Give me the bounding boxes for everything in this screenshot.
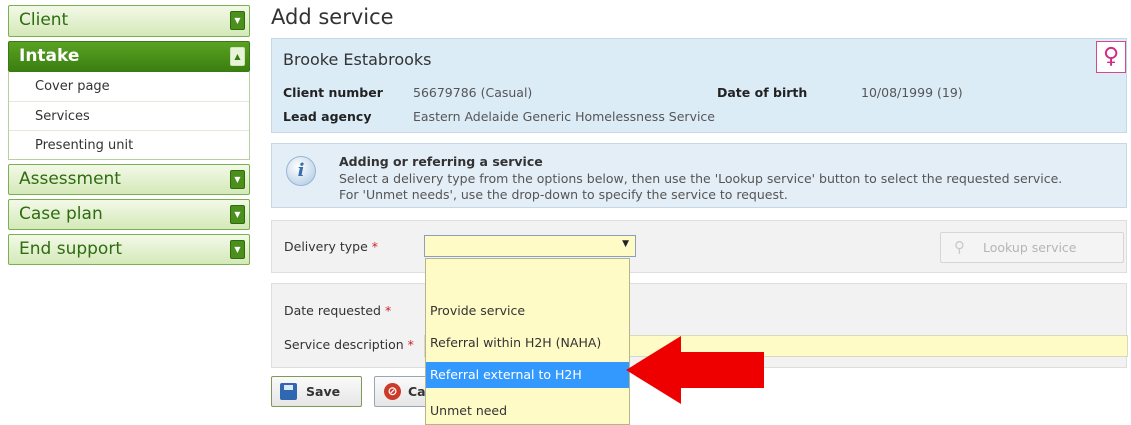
client-summary-panel: Brooke Estabrooks ♀ Client number 566797… [271, 38, 1127, 133]
sidebar-item-services[interactable]: Services [9, 101, 249, 130]
required-marker: * [407, 337, 414, 352]
chevron-down-icon[interactable]: ▼ [230, 11, 245, 30]
nav-section-label: Assessment [19, 169, 121, 189]
required-marker: * [371, 239, 379, 254]
service-description-label: Service description * [284, 337, 414, 352]
nav-section-label: Client [19, 10, 69, 30]
floppy-disk-icon [280, 383, 297, 400]
red-arrow-icon [626, 336, 764, 404]
dob-value: 10/08/1999 (19) [861, 85, 963, 100]
nav-section-label: Intake [19, 46, 80, 66]
chevron-down-icon[interactable]: ▼ [230, 205, 245, 224]
field-label-text: Date requested [284, 303, 381, 318]
info-title: Adding or referring a service [339, 154, 543, 169]
nav-section-assessment[interactable]: Assessment ▼ [8, 164, 250, 195]
lookup-service-button[interactable]: ⚲ Lookup service [940, 232, 1124, 263]
main-content: Add service Brooke Estabrooks ♀ Client n… [271, 0, 1131, 425]
chevron-down-icon[interactable]: ▼ [230, 240, 245, 259]
info-line: Select a delivery type from the options … [339, 171, 1063, 186]
lookup-button-label: Lookup service [983, 240, 1077, 255]
sidebar-item-presenting-unit[interactable]: Presenting unit [9, 130, 249, 159]
lead-agency-label: Lead agency [283, 109, 372, 124]
sidebar-item-cover-page[interactable]: Cover page [9, 72, 249, 101]
client-number-label: Client number [283, 85, 383, 100]
nav-section-label: Case plan [19, 204, 103, 224]
sidebar: Client ▼ Intake ▲ Cover page Services Pr… [8, 5, 250, 269]
required-marker: * [384, 303, 392, 318]
save-button[interactable]: Save [271, 376, 362, 407]
red-arrow-shape [626, 336, 764, 404]
dropdown-option-referral-external[interactable]: Referral external to H2H [426, 362, 629, 388]
intake-subnav: Cover page Services Presenting unit [8, 72, 250, 160]
chevron-down-icon[interactable]: ▼ [230, 170, 245, 189]
nav-section-label: End support [19, 239, 122, 259]
info-icon: i [286, 156, 316, 186]
nav-section-case-plan[interactable]: Case plan ▼ [8, 199, 250, 230]
dropdown-option-blank[interactable] [426, 263, 629, 289]
chevron-up-icon[interactable]: ▲ [230, 47, 245, 66]
dob-label: Date of birth [717, 85, 808, 100]
delivery-type-options: Provide service Referral within H2H (NAH… [425, 258, 630, 425]
delivery-type-panel: Delivery type * ▼ ⚲ Lookup service [271, 220, 1127, 273]
delivery-type-label: Delivery type * [284, 239, 378, 254]
delivery-type-select[interactable]: ▼ [424, 235, 636, 257]
field-label-text: Delivery type [284, 239, 368, 254]
dropdown-arrow-icon[interactable]: ▼ [622, 239, 629, 249]
cancel-icon: ⊘ [384, 383, 401, 400]
dropdown-option-provide-service[interactable]: Provide service [426, 298, 629, 324]
nav-section-client[interactable]: Client ▼ [8, 5, 250, 37]
dropdown-option-referral-within[interactable]: Referral within H2H (NAHA) [426, 330, 629, 356]
dropdown-option-unmet-need[interactable]: Unmet need [426, 398, 629, 424]
field-label-text: Service description [284, 337, 404, 352]
search-icon: ⚲ [954, 238, 965, 256]
nav-section-intake[interactable]: Intake ▲ [8, 41, 250, 72]
cancel-button-label: Ca [408, 384, 426, 399]
date-requested-label: Date requested * [284, 303, 391, 318]
lead-agency-value: Eastern Adelaide Generic Homelessness Se… [413, 109, 715, 124]
client-name: Brooke Estabrooks [283, 50, 432, 69]
save-button-label: Save [306, 384, 341, 399]
nav-section-end-support[interactable]: End support ▼ [8, 234, 250, 265]
client-number-value: 56679786 (Casual) [413, 85, 533, 100]
female-icon: ♀ [1096, 41, 1126, 73]
info-panel: i Adding or referring a service Select a… [271, 143, 1127, 208]
page-title: Add service [271, 5, 394, 29]
info-line: For 'Unmet needs', use the drop-down to … [339, 187, 788, 202]
